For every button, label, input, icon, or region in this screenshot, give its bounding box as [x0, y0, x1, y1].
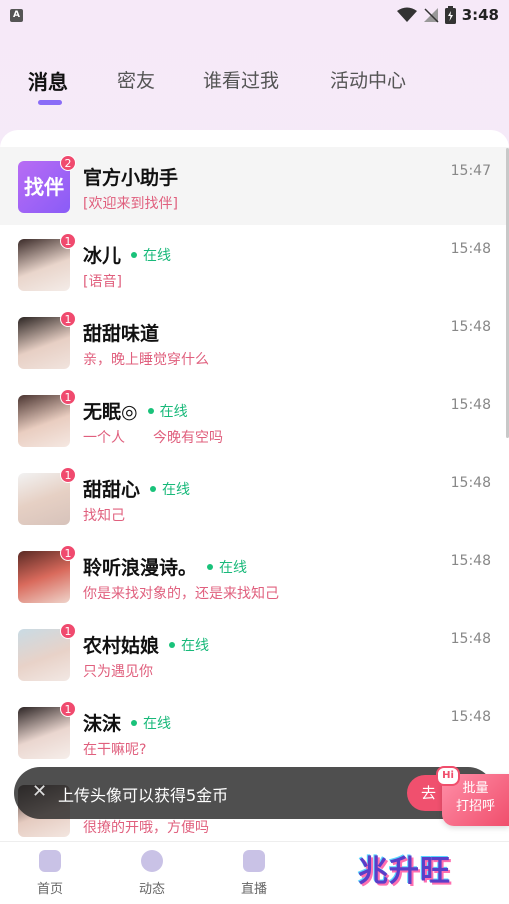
unread-badge: 1	[60, 311, 76, 327]
online-status: 在线	[150, 479, 190, 499]
hi-bubble-icon: Hi	[436, 766, 460, 786]
online-status: 在线	[131, 713, 171, 733]
message-preview: 在干嘛呢?	[83, 742, 147, 758]
upload-avatar-toast: ✕ 上传头像可以获得5金币 去	[14, 767, 494, 819]
online-dot-icon	[131, 252, 138, 258]
online-dot-icon	[207, 564, 214, 570]
contact-name: 聆听浪漫诗。 在线	[83, 553, 247, 580]
greet-label-line2: 打招呼	[455, 799, 495, 814]
online-label: 在线	[143, 716, 172, 732]
tv-icon	[243, 850, 265, 872]
conversation-row[interactable]: 1 冰儿 在线 [语音] 15:48	[0, 225, 509, 303]
unread-badge: 1	[60, 233, 76, 249]
online-dot-icon	[150, 486, 157, 492]
moments-icon	[141, 850, 163, 872]
contact-name: 甜甜心 在线	[83, 475, 190, 502]
nav-home-label: 首页	[36, 882, 63, 897]
contact-name-text: 冰儿	[83, 245, 122, 267]
tab-bar: 消息 密友 谁看过我 活动中心	[0, 60, 509, 108]
app-notification-icon: A	[10, 8, 23, 22]
status-time: 3:48	[461, 6, 499, 24]
online-dot-icon	[169, 642, 176, 648]
online-label: 在线	[159, 404, 188, 420]
tab-activity-center[interactable]: 活动中心	[330, 66, 406, 93]
battery-icon	[444, 6, 456, 24]
online-status: 在线	[207, 557, 247, 577]
message-preview: 找知己	[83, 508, 125, 524]
online-label: 在线	[143, 248, 172, 264]
online-label: 在线	[219, 560, 248, 576]
unread-badge: 1	[60, 467, 76, 483]
conversation-row[interactable]: 1 聆听浪漫诗。 在线 你是来找对象的，还是来找知己 15:48	[0, 537, 509, 615]
message-preview: [欢迎来到找伴]	[83, 196, 178, 212]
conversation-row[interactable]: 1 甜甜心 在线 找知己 15:48	[0, 459, 509, 537]
contact-name: 甜甜味道	[83, 323, 160, 345]
unread-badge: 1	[60, 389, 76, 405]
tab-who-viewed-me[interactable]: 谁看过我	[203, 66, 279, 93]
wifi-icon	[396, 7, 417, 22]
nav-home[interactable]: 首页	[20, 850, 80, 897]
nav-moments[interactable]: 动态	[122, 850, 182, 897]
contact-name: 冰儿 在线	[83, 241, 171, 268]
message-time: 15:48	[450, 475, 491, 491]
contact-name: 官方小助手	[83, 167, 179, 189]
nav-live-label: 直播	[240, 882, 267, 897]
contact-name-text: 农村姑娘	[83, 635, 160, 657]
online-label: 在线	[181, 638, 210, 654]
tab-messages[interactable]: 消息	[28, 66, 68, 95]
message-preview: 亲，晚上睡觉穿什么	[83, 352, 209, 368]
message-time: 15:48	[450, 241, 491, 257]
conversation-row[interactable]: 1 甜甜味道 亲，晚上睡觉穿什么 15:48	[0, 303, 509, 381]
online-status: 在线	[131, 245, 171, 265]
unread-badge: 1	[60, 545, 76, 561]
contact-name-text: 沫沫	[83, 713, 122, 735]
message-time: 15:48	[450, 397, 491, 413]
home-icon	[39, 850, 61, 872]
nav-live[interactable]: 直播	[224, 850, 284, 897]
contact-name: 沫沫 在线	[83, 709, 171, 736]
online-status: 在线	[147, 401, 188, 421]
message-time: 15:48	[450, 709, 491, 725]
contact-name-text: 聆听浪漫诗。	[83, 557, 198, 579]
unread-badge: 2	[60, 155, 76, 171]
message-preview: 很撩的开哦，方便吗	[83, 820, 209, 836]
online-dot-icon	[147, 408, 154, 414]
conversation-list: 找伴 2 官方小助手 [欢迎来到找伴] 15:47 1 冰儿 在线 [语音] 15…	[0, 130, 509, 841]
nav-moments-label: 动态	[138, 882, 165, 897]
message-time: 15:47	[450, 163, 491, 179]
brand-logo: 兆升旺	[358, 854, 451, 889]
message-time: 15:48	[450, 553, 491, 569]
contact-name-text: 甜甜心	[83, 479, 141, 501]
status-bar: A 3:48	[0, 0, 509, 30]
toast-message: 上传头像可以获得5金币	[58, 786, 229, 805]
tab-close-friends[interactable]: 密友	[117, 66, 155, 93]
message-time: 15:48	[450, 319, 491, 335]
contact-name: 无眠◎ 在线	[83, 397, 188, 424]
message-preview: [语音]	[83, 274, 122, 290]
online-label: 在线	[162, 482, 191, 498]
message-time: 15:48	[450, 631, 491, 647]
message-preview: 你是来找对象的，还是来找知己	[83, 586, 279, 602]
close-icon[interactable]: ✕	[32, 781, 47, 802]
active-tab-indicator	[38, 100, 62, 105]
conversation-row[interactable]: 1 农村姑娘 在线 只为遇见你 15:48	[0, 615, 509, 693]
online-status: 在线	[169, 635, 209, 655]
unread-badge: 1	[60, 701, 76, 717]
unread-badge: 1	[60, 623, 76, 639]
conversation-row[interactable]: 1 沫沫 在线 在干嘛呢? 15:48	[0, 693, 509, 771]
online-dot-icon	[131, 720, 138, 726]
conversation-row-official[interactable]: 找伴 2 官方小助手 [欢迎来到找伴] 15:47	[0, 147, 509, 225]
message-preview: 只为遇见你	[83, 664, 153, 680]
contact-name-text: 无眠◎	[83, 401, 138, 423]
conversation-row[interactable]: 1 无眠◎ 在线 一个人 今晚有空吗 15:48	[0, 381, 509, 459]
no-signal-icon	[423, 8, 439, 23]
batch-greet-button[interactable]: Hi 批量 打招呼	[436, 766, 509, 826]
message-preview: 一个人 今晚有空吗	[83, 430, 223, 446]
contact-name: 农村姑娘 在线	[83, 631, 209, 658]
